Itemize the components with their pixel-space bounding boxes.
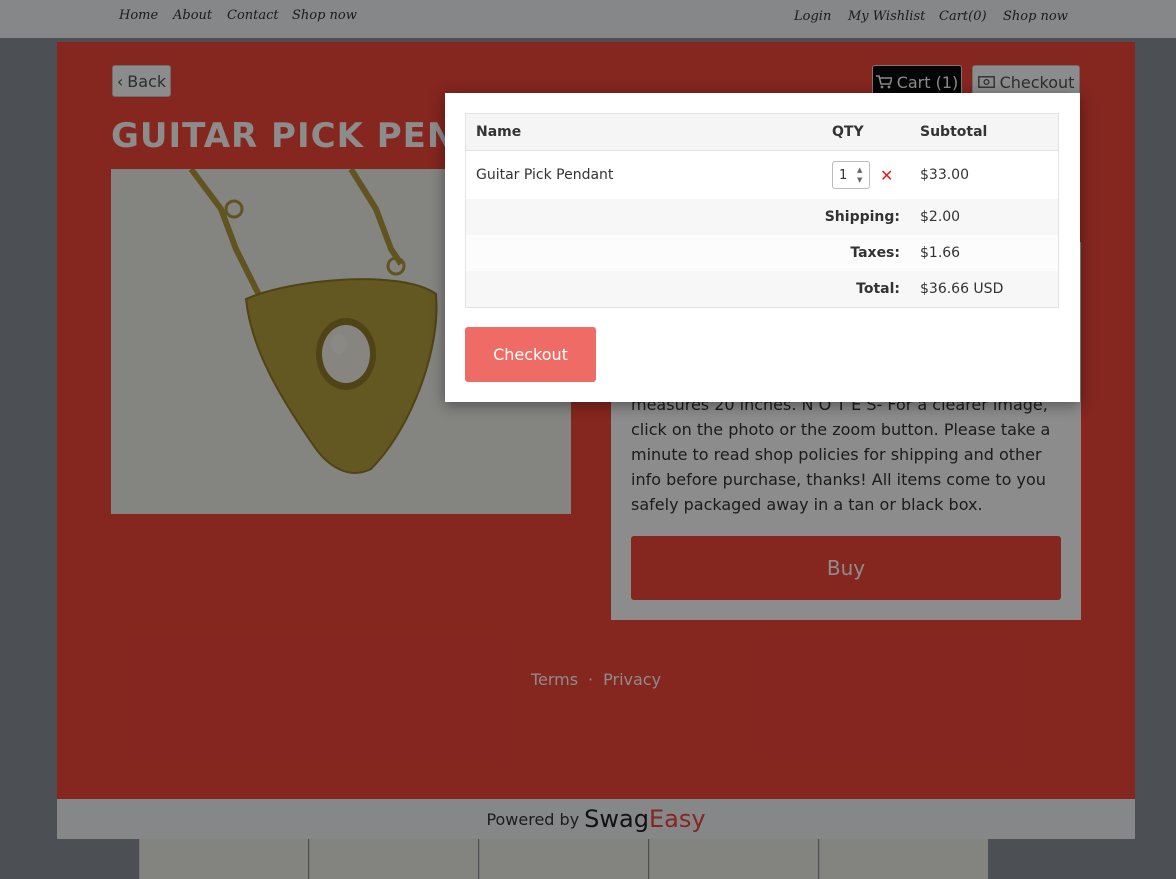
total-label: Total: — [465, 271, 910, 308]
caret-down-icon[interactable]: ▼ — [857, 176, 866, 184]
taxes-value: $1.66 — [910, 235, 1059, 271]
column-header-qty: QTY — [822, 113, 910, 151]
taxes-label: Taxes: — [465, 235, 910, 271]
total-row: Total: $36.66 USD — [465, 271, 1059, 308]
cart-modal: Name QTY Subtotal Guitar Pick Pendant 1 … — [445, 93, 1080, 402]
modal-checkout-button[interactable]: Checkout — [465, 327, 596, 382]
table-row: Guitar Pick Pendant 1 ▲ ▼ ✕ $33.00 — [465, 150, 1059, 199]
total-value: $36.66 USD — [910, 271, 1059, 308]
column-header-name: Name — [465, 113, 822, 151]
item-qty-cell: 1 ▲ ▼ ✕ — [822, 150, 910, 199]
quantity-stepper[interactable]: 1 ▲ ▼ — [832, 161, 870, 189]
cart-table: Name QTY Subtotal Guitar Pick Pendant 1 … — [465, 113, 1059, 308]
table-header-row: Name QTY Subtotal — [465, 113, 1059, 151]
quantity-value: 1 — [839, 167, 848, 183]
shipping-row: Shipping: $2.00 — [465, 199, 1059, 235]
spinner: ▲ ▼ — [857, 166, 866, 184]
caret-up-icon[interactable]: ▲ — [857, 166, 866, 174]
item-subtotal: $33.00 — [910, 150, 1059, 199]
item-name: Guitar Pick Pendant — [465, 150, 822, 199]
shipping-value: $2.00 — [910, 199, 1059, 235]
shipping-label: Shipping: — [465, 199, 910, 235]
column-header-subtotal: Subtotal — [910, 113, 1059, 151]
remove-item-icon[interactable]: ✕ — [880, 166, 893, 185]
taxes-row: Taxes: $1.66 — [465, 235, 1059, 271]
